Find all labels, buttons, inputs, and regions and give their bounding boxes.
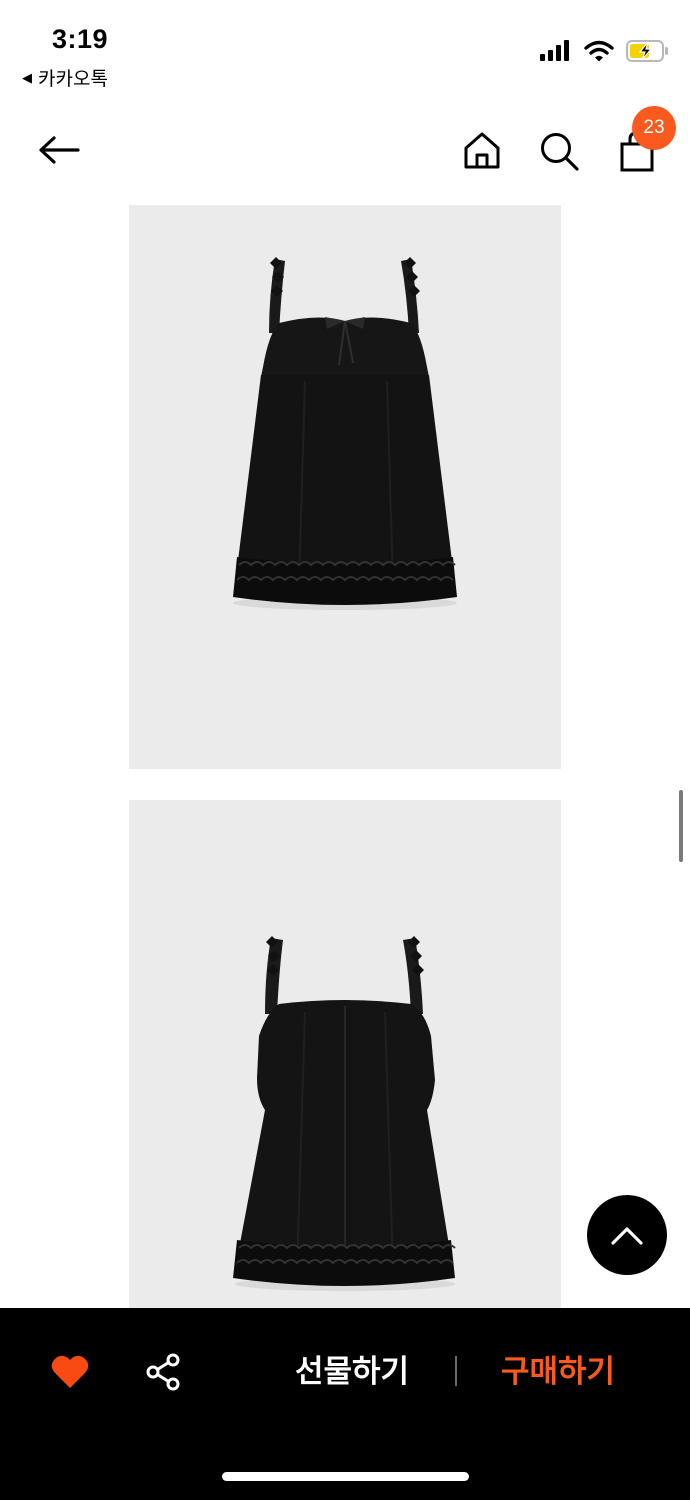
search-icon[interactable] xyxy=(538,130,580,172)
chevron-up-icon xyxy=(611,1227,643,1245)
dress-front-illustration xyxy=(233,257,457,610)
product-image-front[interactable] xyxy=(129,205,561,769)
share-icon[interactable] xyxy=(144,1352,184,1392)
back-to-app-link[interactable]: ◀ 카카오톡 xyxy=(22,64,108,91)
battery-charging-icon xyxy=(626,40,668,62)
heart-icon[interactable] xyxy=(50,1352,90,1392)
product-detail-page: 3:19 ◀ 카카오톡 23 선물하기 구매하기 xyxy=(0,0,690,1500)
top-navigation xyxy=(0,108,690,192)
dress-back-illustration xyxy=(233,936,456,1291)
wifi-icon xyxy=(584,40,614,62)
back-arrow-icon[interactable] xyxy=(34,130,84,170)
home-icon[interactable] xyxy=(462,130,502,170)
back-app-label: 카카오톡 xyxy=(38,69,108,90)
status-bar: 3:19 ◀ 카카오톡 xyxy=(0,0,690,100)
product-image-back[interactable] xyxy=(129,800,561,1308)
buy-button[interactable]: 구매하기 xyxy=(488,1350,628,1394)
back-triangle-icon: ◀ xyxy=(22,69,32,85)
status-icons xyxy=(540,40,670,62)
scroll-to-top-button[interactable] xyxy=(587,1195,667,1275)
bottom-action-bar: 선물하기 구매하기 xyxy=(0,1308,690,1500)
home-indicator[interactable] xyxy=(222,1472,469,1481)
scrollbar-thumb[interactable] xyxy=(679,790,683,862)
cart-count-badge: 23 xyxy=(632,106,676,150)
cellular-signal-icon xyxy=(540,40,569,61)
action-divider xyxy=(455,1356,457,1386)
gift-button[interactable]: 선물하기 xyxy=(282,1350,422,1394)
status-time: 3:19 xyxy=(52,24,109,54)
